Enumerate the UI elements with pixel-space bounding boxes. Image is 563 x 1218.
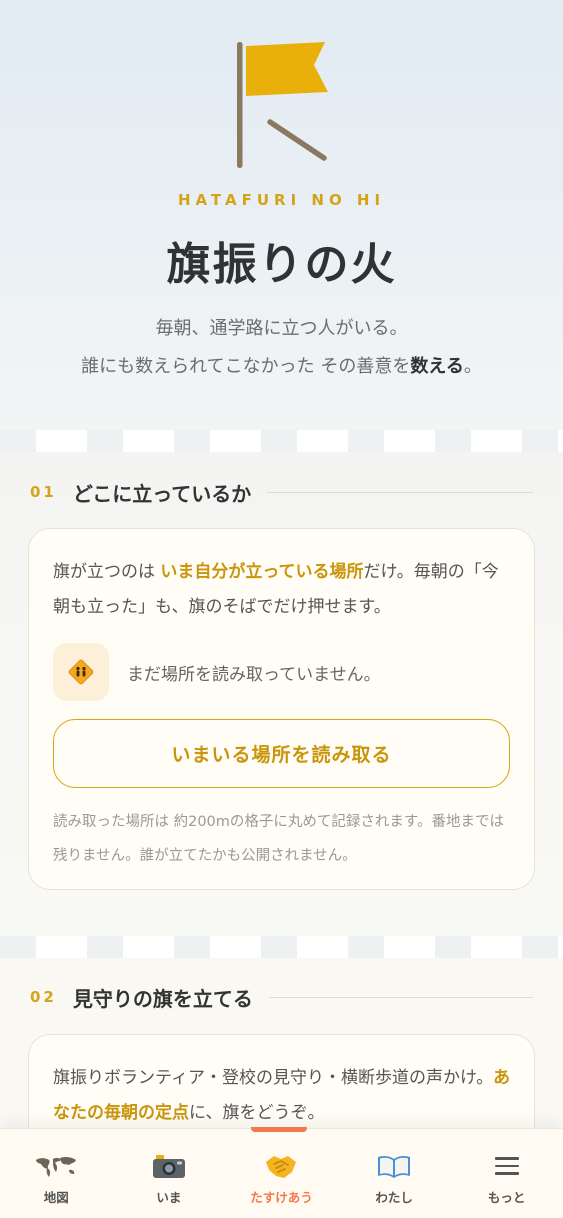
section-divider [0,936,563,958]
hero-section: HATAFURI NO HI 旗振りの火 毎朝、通学路に立つ人がいる。 誰にも数… [0,0,563,430]
subtitle-line-2-end: 。 [463,356,482,377]
location-card: 旗が立つのは いま自分が立っている場所だけ。毎朝の「今朝も立った」も、旗のそばで… [28,528,535,890]
subtitle-line-2: 誰にも数えられてこなかった その善意を数える。 [0,348,563,386]
section-title: 見守りの旗を立てる [72,986,253,1011]
tab-now[interactable]: いま [113,1129,226,1218]
section-header: 02 見守りの旗を立てる [30,982,533,1012]
section-number: 01 [30,483,57,501]
location-status-row: まだ場所を読み取っていません。 [53,643,381,701]
flag-logo-icon [237,42,328,168]
location-description: 旗が立つのは いま自分が立っている場所だけ。毎朝の「今朝も立った」も、旗のそばで… [53,555,512,625]
raise-flag-description: 旗振りボランティア・登校の見守り・横断歩道の声かけ。あなたの毎朝の定点に、旗をど… [53,1061,512,1131]
description-highlight: いま自分が立っている場所 [160,562,364,582]
section-raise-flag: 02 見守りの旗を立てる 旗振りボランティア・登校の見守り・横断歩道の声かけ。あ… [0,958,563,1184]
section-location: 01 どこに立っているか 旗が立つのは いま自分が立っている場所だけ。毎朝の「今… [0,452,563,936]
description-text-end: に、旗をどうぞ。 [189,1103,325,1123]
tab-label: いま [156,1190,182,1205]
active-tab-indicator [251,1127,308,1132]
app-title: 旗振りの火 [166,239,397,290]
section-number: 02 [30,988,57,1006]
tab-map[interactable]: 地図 [0,1129,113,1218]
handshake-icon [264,1151,298,1181]
tab-label: 地図 [43,1190,69,1205]
camera-icon [152,1151,186,1181]
tab-more[interactable]: もっと [450,1129,563,1218]
location-status-text: まだ場所を読み取っていません。 [127,664,381,685]
school-crossing-sign-icon [53,643,109,701]
hero-subtitle: 毎朝、通学路に立つ人がいる。 誰にも数えられてこなかった その善意を数える。 [0,310,563,386]
subtitle-line-1: 毎朝、通学路に立つ人がいる。 [155,318,408,339]
section-rule [267,491,533,493]
read-location-button[interactable]: いまいる場所を読み取る [53,719,510,788]
tab-me[interactable]: わたし [338,1129,451,1218]
menu-icon [494,1151,519,1181]
section-title: どこに立っているか [72,481,252,506]
tab-label: もっと [487,1190,526,1205]
app-kicker: HATAFURI NO HI [177,191,386,209]
subtitle-line-2-text: 誰にも数えられてこなかった その善意を [81,356,411,377]
tab-label: わたし [375,1190,413,1205]
bottom-tab-bar: 地図 いま たすけあう わたし もっと [0,1127,563,1218]
section-divider [0,430,563,452]
book-icon [376,1151,412,1181]
tab-help-each-other[interactable]: たすけあう [225,1127,338,1218]
world-map-icon [34,1151,78,1181]
description-text: 旗振りボランティア・登校の見守り・横断歩道の声かけ。 [53,1068,494,1088]
description-text: 旗が立つのは [53,562,161,582]
section-rule [268,996,533,998]
section-header: 01 どこに立っているか [30,477,533,507]
tab-label: たすけあう [250,1190,313,1205]
subtitle-emphasis: 数える [410,356,464,377]
privacy-note: 読み取った場所は 約200mの格子に丸めて記録されます。番地までは残りません。誰… [53,814,504,864]
